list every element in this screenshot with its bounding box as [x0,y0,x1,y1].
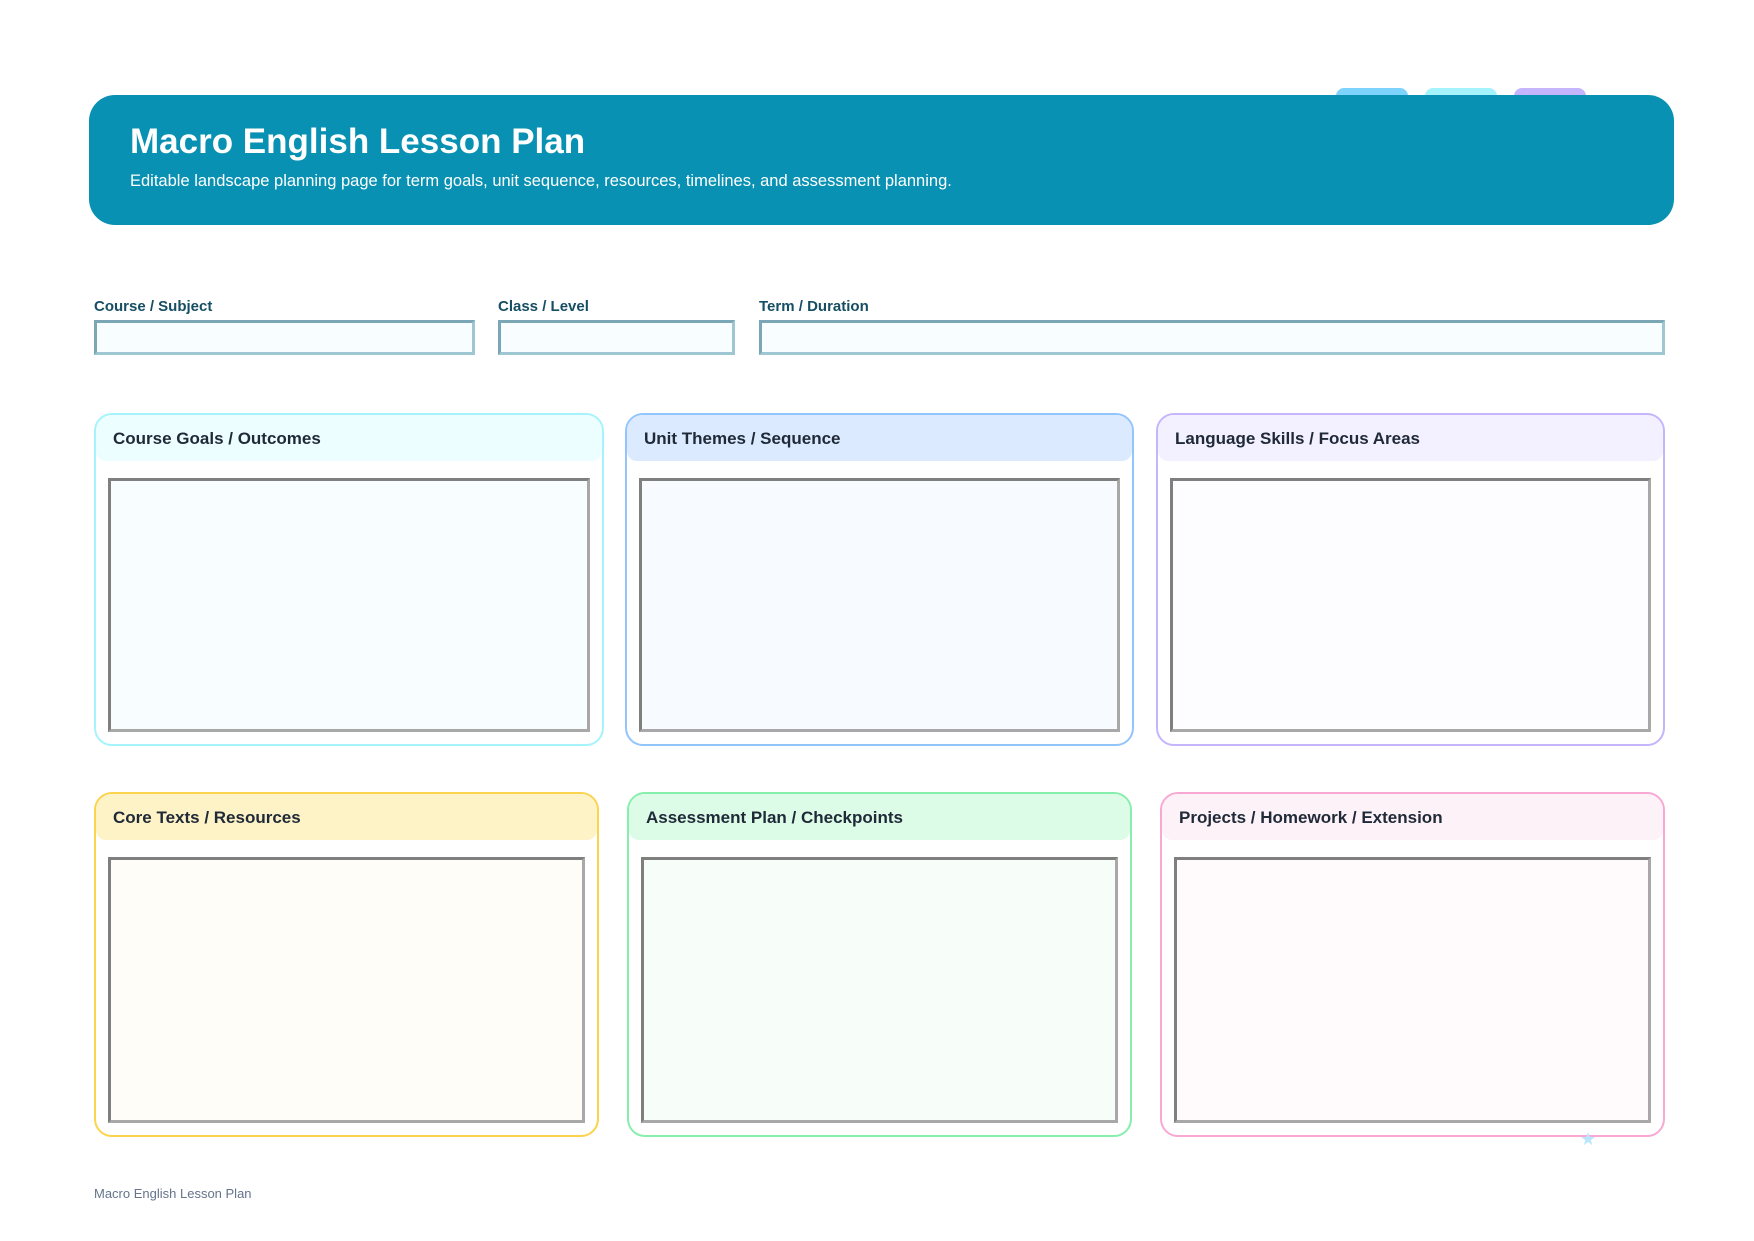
panel-core-texts-title: Core Texts / Resources [96,794,597,840]
core-texts-textarea[interactable] [108,857,585,1123]
panel-assessment-plan-title: Assessment Plan / Checkpoints [629,794,1130,840]
page-subtitle: Editable landscape planning page for ter… [130,172,952,190]
panel-assessment-plan: Assessment Plan / Checkpoints [627,792,1132,1137]
course-subject-label: Course / Subject [94,298,213,315]
panel-language-skills: Language Skills / Focus Areas [1156,413,1665,746]
page-header: Macro English Lesson Plan Editable lands… [89,95,1674,225]
projects-homework-textarea[interactable] [1174,857,1651,1123]
term-duration-field: Term / Duration [759,298,1665,355]
class-level-field: Class / Level [498,298,735,355]
star-icon: ★ [1580,1129,1597,1149]
panel-projects-homework: Projects / Homework / Extension [1160,792,1665,1137]
term-duration-label: Term / Duration [759,298,869,315]
class-level-label: Class / Level [498,298,589,315]
panel-unit-themes-title: Unit Themes / Sequence [627,415,1132,461]
panel-language-skills-title: Language Skills / Focus Areas [1158,415,1663,461]
assessment-plan-textarea[interactable] [641,857,1118,1123]
course-goals-textarea[interactable] [108,478,590,732]
panel-course-goals-title: Course Goals / Outcomes [96,415,602,461]
language-skills-textarea[interactable] [1170,478,1651,732]
panel-projects-homework-title: Projects / Homework / Extension [1162,794,1663,840]
panel-unit-themes: Unit Themes / Sequence [625,413,1134,746]
panel-course-goals: Course Goals / Outcomes [94,413,604,746]
footer-text: Macro English Lesson Plan [94,1186,252,1201]
class-level-input[interactable] [498,320,735,355]
unit-themes-textarea[interactable] [639,478,1120,732]
course-subject-input[interactable] [94,320,475,355]
page-title: Macro English Lesson Plan [130,122,586,161]
panel-core-texts: Core Texts / Resources [94,792,599,1137]
course-subject-field: Course / Subject [94,298,475,355]
term-duration-input[interactable] [759,320,1665,355]
